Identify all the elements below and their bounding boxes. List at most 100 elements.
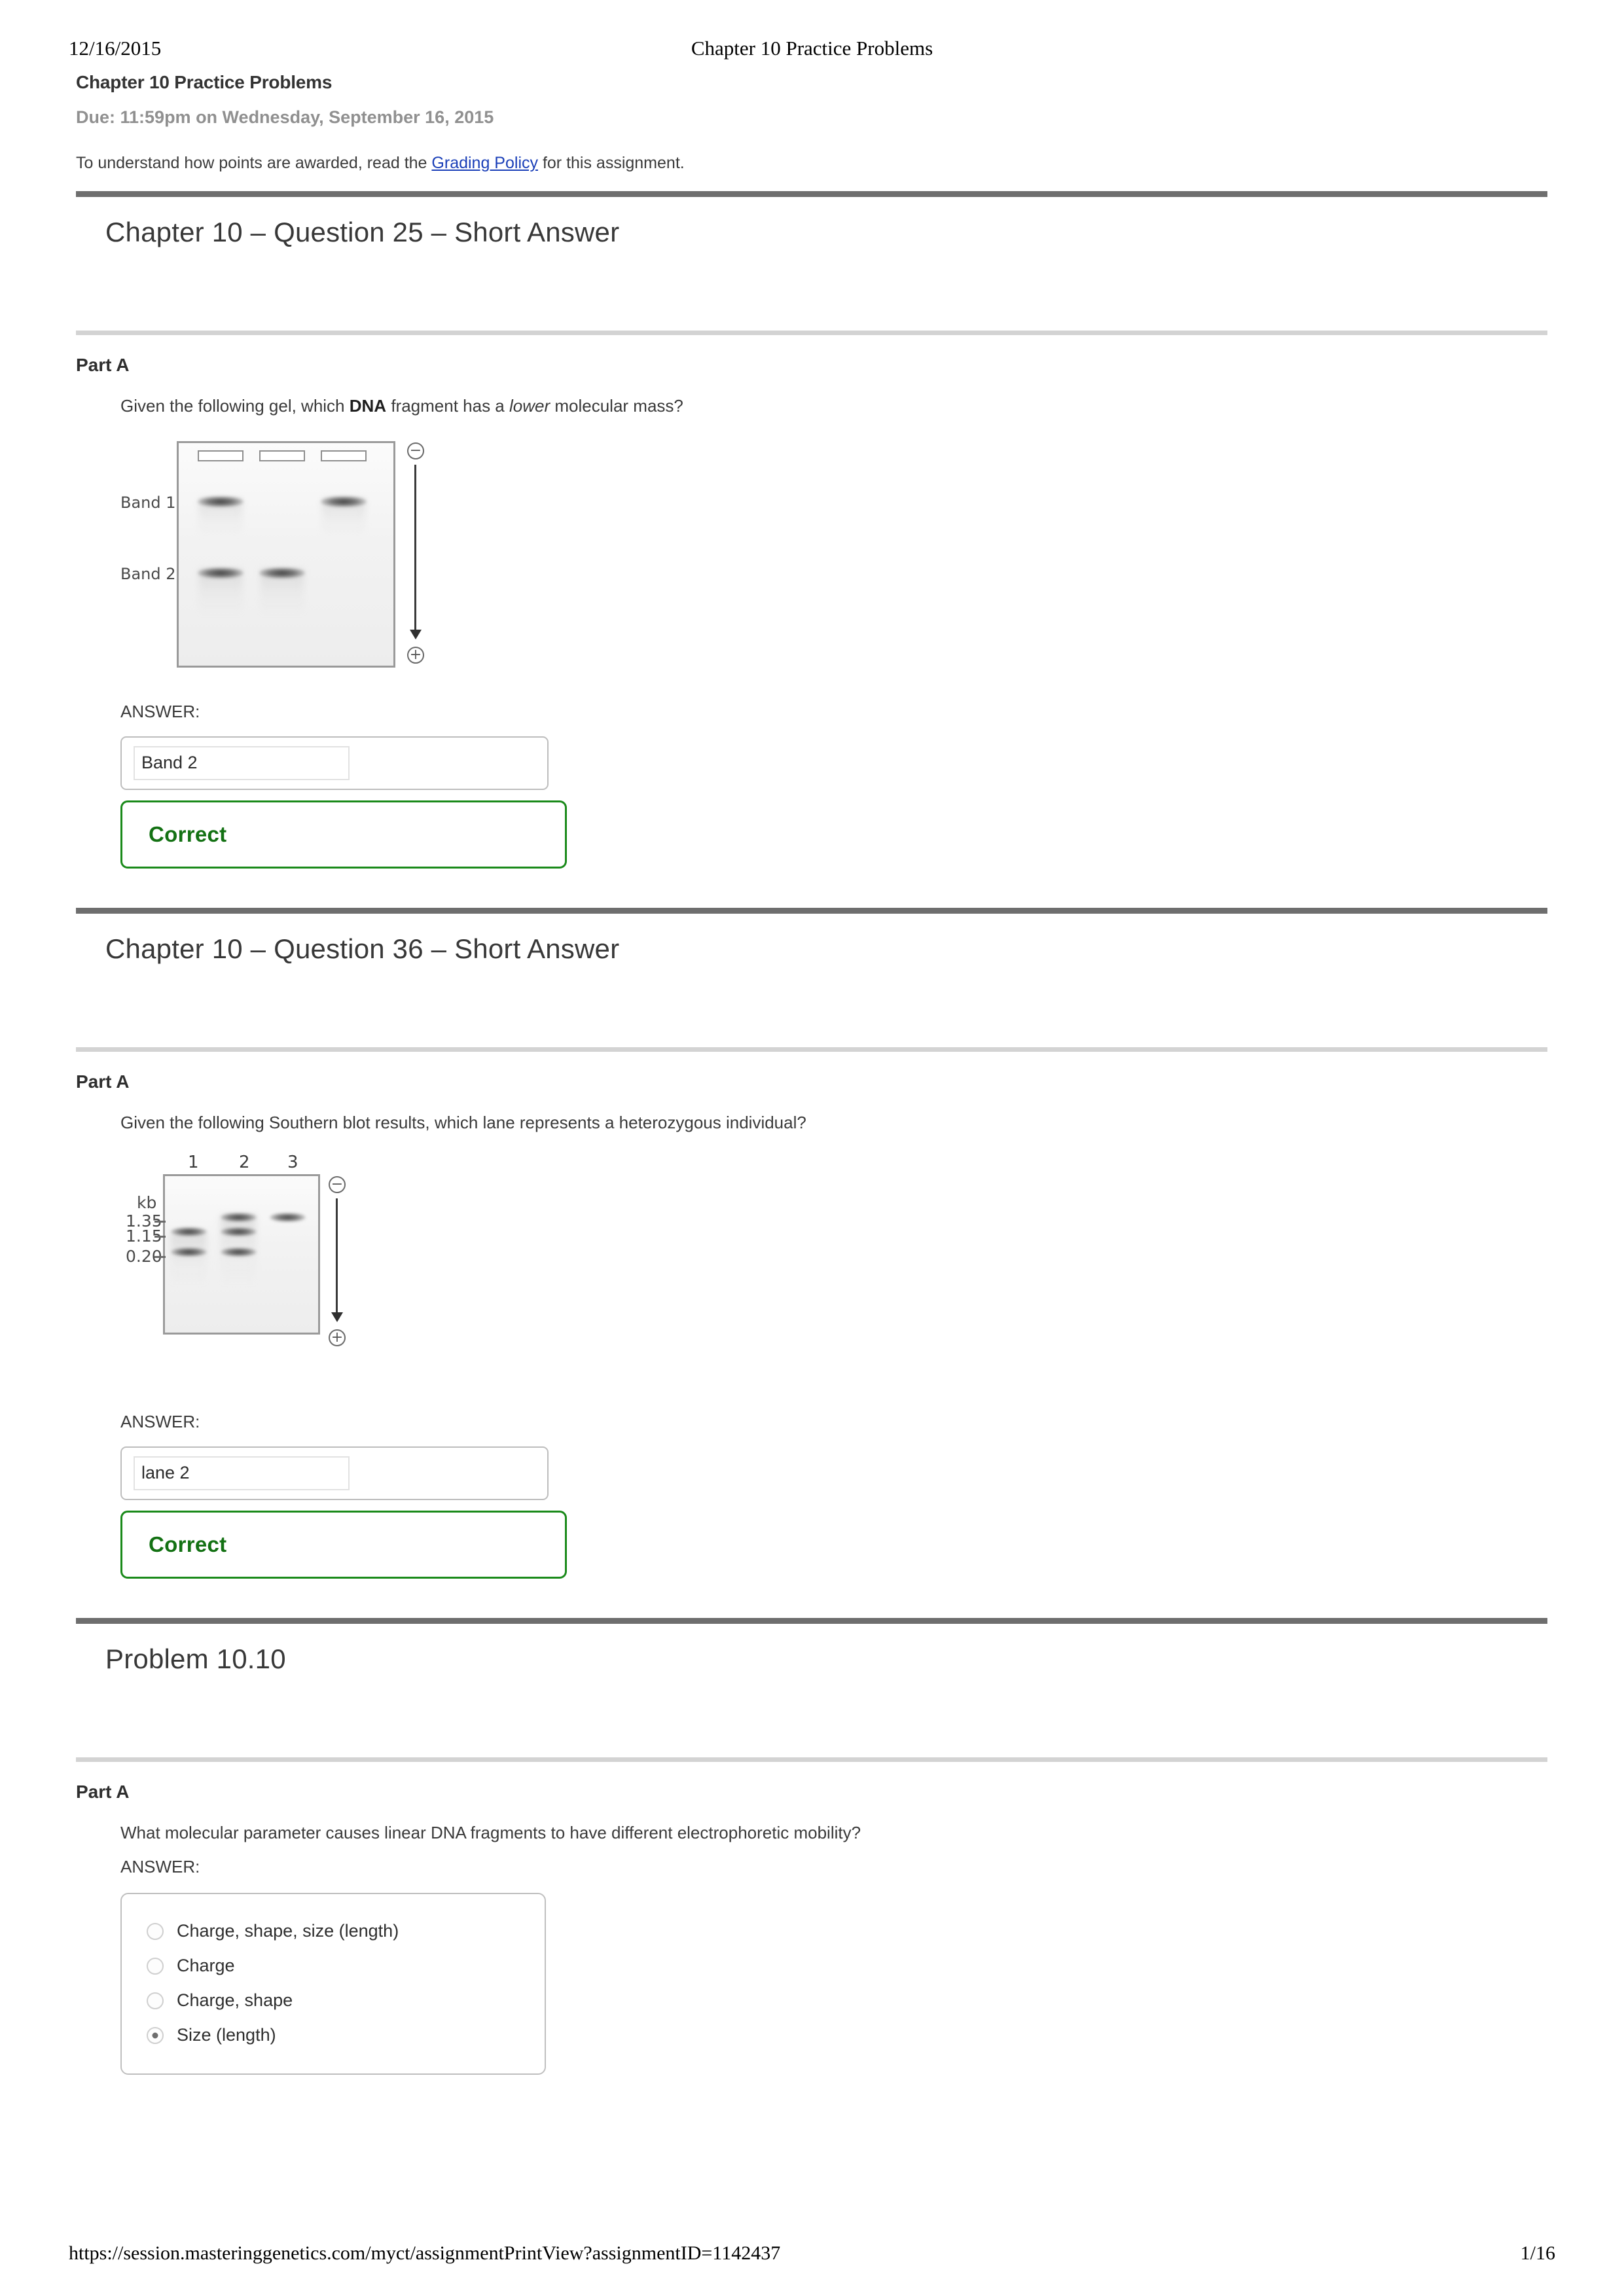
assignment-due-date: Due: 11:59pm on Wednesday, September 16,…	[76, 107, 494, 127]
page-content: Chapter 10 Practice Problems Due: 11:59p…	[76, 72, 1547, 2075]
choice-row-selected[interactable]: Size (length)	[122, 2018, 545, 2053]
blot-band	[221, 1247, 257, 1257]
blot-tick	[154, 1235, 166, 1238]
blot-band	[270, 1212, 306, 1222]
gel-row-label-band-2: Band 2	[120, 564, 176, 583]
choice-row[interactable]: Charge, shape, size (length)	[122, 1914, 545, 1948]
migration-axis-line	[336, 1198, 338, 1314]
short-answer-box-36a: lane 2	[120, 1446, 549, 1500]
southern-blot-figure: 1 2 3 kb 1.35 1.15 0.20 − +	[120, 1152, 1547, 1388]
negative-electrode-icon: −	[329, 1175, 346, 1193]
choice-label: Charge, shape, size (length)	[177, 1921, 399, 1941]
question-header-spacer	[76, 1675, 1547, 1757]
policy-text-suffix: for this assignment.	[538, 154, 685, 172]
prompt-mid: fragment has a	[386, 396, 509, 416]
answer-label-36a: ANSWER:	[120, 1411, 200, 1431]
positive-electrode-icon: +	[407, 646, 424, 664]
blot-band	[221, 1227, 257, 1236]
gel-well-3	[321, 450, 367, 461]
grading-policy-link[interactable]: Grading Policy	[431, 154, 538, 172]
choice-row[interactable]: Charge	[122, 1948, 545, 1983]
choice-label: Charge, shape	[177, 1990, 293, 2011]
minus-glyph: −	[331, 1175, 344, 1193]
prompt-post: molecular mass?	[550, 396, 683, 416]
minus-glyph: −	[409, 442, 422, 459]
migration-axis-line	[414, 464, 416, 632]
question-header-25: Chapter 10 – Question 25 – Short Answer	[105, 217, 620, 247]
question-header-36: Chapter 10 – Question 36 – Short Answer	[105, 933, 620, 964]
plus-glyph: +	[409, 646, 422, 663]
print-footer: https://session.masteringgenetics.com/my…	[69, 2242, 1555, 2265]
section-divider-dark	[76, 907, 1547, 914]
radio-button-icon[interactable]	[147, 1922, 164, 1940]
grading-policy-note: To understand how points are awarded, re…	[76, 154, 1547, 173]
prompt-pre: Given the following gel, which	[120, 396, 350, 416]
gel-well-1	[198, 450, 244, 461]
blot-lane-label-2: 2	[239, 1152, 250, 1172]
blot-lane-label-3: 3	[287, 1152, 298, 1172]
print-header: 12/16/2015 Chapter 10 Practice Problems	[69, 37, 1555, 60]
question-body-1010a: What molecular parameter causes linear D…	[120, 1822, 1547, 2075]
blot-tick	[154, 1255, 166, 1258]
gel-band	[259, 567, 305, 579]
gel-band	[198, 495, 244, 507]
prompt-bold: DNA	[349, 396, 387, 416]
migration-arrow-icon	[331, 1312, 343, 1322]
agarose-gel-figure: Band 1 Band 2 − +	[120, 435, 1547, 678]
question-header-spacer	[76, 965, 1547, 1047]
negative-electrode-icon: −	[407, 442, 424, 459]
question-prompt-25a: Given the following gel, which DNA fragm…	[120, 395, 1547, 418]
positive-electrode-icon: +	[329, 1329, 346, 1346]
assignment-title: Chapter 10 Practice Problems	[76, 72, 333, 92]
feedback-text-36a: Correct	[149, 1532, 227, 1556]
blot-unit-label: kb	[137, 1193, 157, 1212]
choice-label: Charge	[177, 1956, 235, 1976]
blot-band	[171, 1227, 207, 1236]
gel-row-label-band-1: Band 1	[120, 493, 176, 512]
blot-band	[221, 1212, 257, 1222]
migration-arrow-icon	[410, 629, 422, 639]
gel-band	[321, 495, 367, 507]
radio-button-icon-selected[interactable]	[147, 2026, 164, 2044]
plus-glyph: +	[331, 1329, 344, 1346]
blot-band	[171, 1247, 207, 1257]
gel-plate	[177, 440, 395, 668]
answer-label-25a: ANSWER:	[120, 701, 200, 721]
print-doc-title: Chapter 10 Practice Problems	[691, 37, 933, 60]
blot-lane-label-1: 1	[188, 1152, 199, 1172]
question-header-spacer	[76, 248, 1547, 331]
part-divider-light	[76, 331, 1547, 335]
feedback-text-25a: Correct	[149, 821, 227, 846]
part-label-36a: Part A	[76, 1071, 130, 1092]
prompt-italic: lower	[509, 396, 550, 416]
gel-well-2	[259, 450, 305, 461]
part-divider-light	[76, 1757, 1547, 1762]
choice-label: Size (length)	[177, 2025, 276, 2045]
short-answer-input-36a[interactable]: lane 2	[134, 1456, 350, 1490]
choice-row[interactable]: Charge, shape	[122, 1983, 545, 2018]
answer-label-1010a: ANSWER:	[120, 1857, 200, 1877]
policy-text-prefix: To understand how points are awarded, re…	[76, 154, 432, 172]
footer-url: https://session.masteringgenetics.com/my…	[69, 2242, 781, 2264]
footer-page-number: 1/16	[1520, 2242, 1555, 2264]
question-prompt-1010a: What molecular parameter causes linear D…	[120, 1822, 861, 1842]
feedback-box-25a: Correct	[120, 800, 567, 869]
part-label-25a: Part A	[76, 355, 130, 375]
part-divider-light	[76, 1047, 1547, 1052]
section-divider-dark	[76, 191, 1547, 197]
blot-smear	[171, 1232, 206, 1285]
radio-button-icon[interactable]	[147, 1992, 164, 2009]
question-body-36a: Given the following Southern blot result…	[120, 1112, 1547, 1579]
radio-button-icon[interactable]	[147, 1957, 164, 1975]
feedback-box-36a: Correct	[120, 1510, 567, 1579]
short-answer-input-25a[interactable]: Band 2	[134, 745, 350, 780]
multiple-choice-box-1010a: Charge, shape, size (length) Charge Char…	[120, 1893, 546, 2075]
short-answer-box-25a: Band 2	[120, 736, 549, 790]
question-body-25a: Given the following gel, which DNA fragm…	[120, 395, 1547, 869]
part-label-1010a: Part A	[76, 1781, 130, 1802]
blot-tick	[154, 1220, 166, 1223]
section-divider-dark	[76, 1617, 1547, 1624]
question-prompt-36a: Given the following Southern blot result…	[120, 1112, 806, 1132]
question-header-1010: Problem 10.10	[105, 1643, 286, 1674]
gel-band	[198, 567, 244, 579]
